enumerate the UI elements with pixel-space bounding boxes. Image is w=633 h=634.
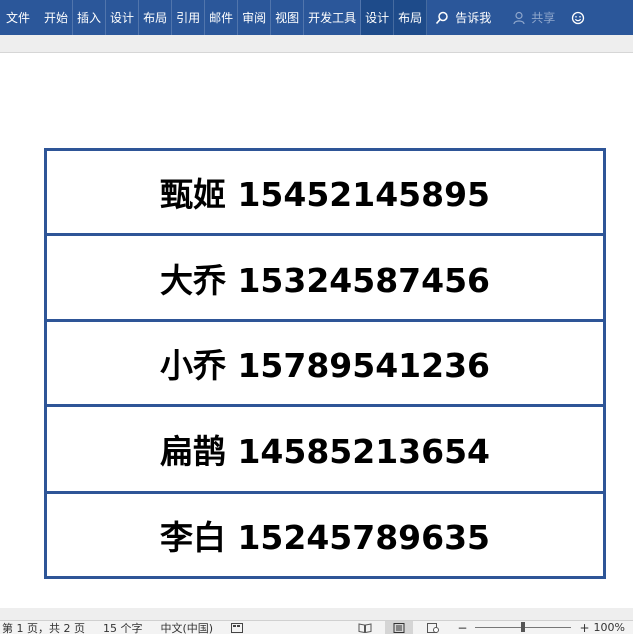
tab-label: 设计 (110, 11, 135, 25)
share-button[interactable]: 共享 (507, 0, 561, 35)
zoom-level[interactable]: 100% (594, 621, 633, 634)
page-icon (393, 622, 405, 633)
share-label: 共享 (531, 11, 556, 25)
tab-label: 视图 (275, 11, 300, 25)
tab-label: 布局 (143, 11, 168, 25)
status-bar: 第 1 页，共 2 页 15 个字 中文(中国) − + 100% (0, 620, 633, 634)
tab-label: 插入 (77, 11, 102, 25)
tab-design[interactable]: 设计 (106, 0, 140, 35)
tab-label: 审阅 (242, 11, 267, 25)
tab-developer[interactable]: 开发工具 (304, 0, 362, 35)
zoom-slider-thumb[interactable] (521, 622, 526, 632)
table-row: 扁鹊 14585213654 (44, 404, 606, 494)
table-row: 小乔 15789541236 (44, 319, 606, 407)
tab-label: 邮件 (209, 11, 234, 25)
tab-file[interactable]: 文件 (0, 0, 40, 35)
table-cell[interactable]: 扁鹊 14585213654 (44, 404, 606, 494)
table-cell[interactable]: 李白 15245789635 (44, 491, 606, 579)
web-layout-button[interactable] (419, 621, 447, 634)
word-count[interactable]: 15 个字 (103, 621, 151, 634)
tab-references[interactable]: 引用 (172, 0, 206, 35)
contact-table: 甄姬 15452145895 大乔 15324587456 小乔 1578954… (44, 148, 606, 579)
macro-record-icon (231, 622, 244, 633)
zoom-slider[interactable] (475, 622, 572, 632)
smiley-icon (572, 11, 585, 24)
tell-me-label: 告诉我 (455, 11, 492, 25)
search-icon (436, 11, 448, 24)
table-row: 大乔 15324587456 (44, 233, 606, 322)
tab-layout[interactable]: 布局 (139, 0, 173, 35)
ribbon-tab-bar: 文件 开始 插入 设计 布局 引用 邮件 审阅 视图 开发工具 设计 布局 告诉… (0, 0, 633, 35)
tab-label: 开始 (44, 11, 69, 25)
tab-label: 开发工具 (308, 11, 357, 25)
table-cell[interactable]: 小乔 15789541236 (44, 319, 606, 407)
table-cell[interactable]: 甄姬 15452145895 (44, 148, 606, 236)
table-row: 甄姬 15452145895 (44, 148, 606, 236)
feedback-button[interactable] (561, 0, 585, 35)
page-count[interactable]: 第 1 页，共 2 页 (0, 621, 93, 634)
table-cell[interactable]: 大乔 15324587456 (44, 233, 606, 322)
tab-label: 文件 (6, 11, 31, 25)
tab-review[interactable]: 审阅 (238, 0, 272, 35)
document-canvas: 甄姬 15452145895 大乔 15324587456 小乔 1578954… (0, 35, 633, 620)
table-row: 李白 15245789635 (44, 491, 606, 579)
macro-icon[interactable] (231, 622, 244, 633)
print-layout-button[interactable] (385, 621, 414, 634)
web-page-icon (427, 622, 440, 633)
tab-label: 引用 (176, 11, 201, 25)
document-page[interactable]: 甄姬 15452145895 大乔 15324587456 小乔 1578954… (0, 52, 633, 608)
zoom-in-button[interactable]: + (579, 621, 589, 634)
tab-view[interactable]: 视图 (271, 0, 305, 35)
tab-insert[interactable]: 插入 (73, 0, 107, 35)
read-mode-button[interactable] (351, 621, 379, 634)
language-indicator[interactable]: 中文(中国) (160, 621, 221, 634)
tab-label: 布局 (398, 11, 423, 25)
book-icon (358, 622, 372, 633)
tab-table-layout[interactable]: 布局 (394, 0, 428, 35)
tab-table-design[interactable]: 设计 (361, 0, 395, 35)
tab-mailings[interactable]: 邮件 (205, 0, 239, 35)
tab-home[interactable]: 开始 (40, 0, 74, 35)
tab-label: 设计 (365, 11, 390, 25)
zoom-out-button[interactable]: − (457, 621, 467, 634)
person-icon (513, 11, 525, 24)
tell-me-search[interactable]: 告诉我 (427, 0, 499, 35)
